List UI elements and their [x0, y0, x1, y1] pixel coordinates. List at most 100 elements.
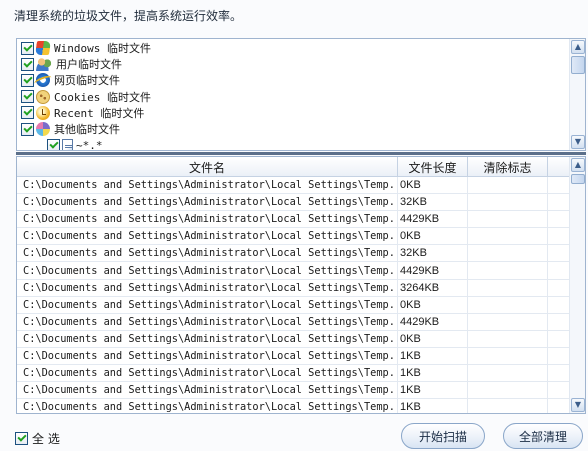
table-row[interactable]: C:\Documents and Settings\Administrator\… [17, 211, 569, 229]
table-row[interactable]: C:\Documents and Settings\Administrator\… [17, 296, 569, 314]
file-name-cell: C:\Documents and Settings\Administrator\… [17, 262, 398, 279]
scroll-down-icon[interactable]: ▼ [571, 398, 585, 412]
table-row[interactable]: C:\Documents and Settings\Administrator\… [17, 365, 569, 383]
tree-item-label: 用户临时文件 [56, 58, 122, 72]
tree-item-user[interactable]: 用户临时文件 [17, 56, 569, 72]
tree-scroll-thumb[interactable] [571, 56, 585, 74]
table-body: C:\Documents and Settings\Administrator\… [17, 177, 569, 413]
clear-flag-cell [468, 228, 548, 245]
tree-item-label: Windows 临时文件 [54, 42, 151, 56]
tree-item-tilde-files[interactable]: ~*.* [17, 137, 569, 151]
tree-item-label: Cookies 临时文件 [54, 90, 151, 104]
file-name-cell: C:\Documents and Settings\Administrator\… [17, 365, 398, 382]
clear-flag-cell [468, 330, 548, 347]
cookies-checkbox[interactable] [21, 90, 34, 104]
clear-flag-cell [468, 262, 548, 279]
tilde-files-checkbox[interactable] [47, 138, 60, 150]
file-name-cell: C:\Documents and Settings\Administrator\… [17, 330, 398, 347]
column-header-size[interactable]: 文件长度 [398, 157, 468, 177]
clear-flag-cell [468, 245, 548, 262]
file-size-cell: 0KB [398, 228, 468, 245]
file-size-cell: 32KB [398, 194, 468, 211]
file-size-cell: 3264KB [398, 279, 468, 296]
file-size-cell: 4429KB [398, 262, 468, 279]
tree-item-web[interactable]: 网页临时文件 [17, 72, 569, 88]
category-tree: Windows 临时文件 用户临时文件 网页临时文件 Cookies 临时文件 … [16, 38, 586, 151]
clear-flag-cell [468, 211, 548, 228]
file-size-cell: 4429KB [398, 313, 468, 330]
file-name-cell: C:\Documents and Settings\Administrator\… [17, 399, 398, 413]
user-checkbox[interactable] [21, 57, 34, 71]
file-size-cell: 1KB [398, 382, 468, 399]
file-name-cell: C:\Documents and Settings\Administrator\… [17, 194, 398, 211]
tree-item-label: Recent 临时文件 [54, 106, 145, 120]
column-header-filename[interactable]: 文件名 [17, 157, 398, 177]
table-scrollbar[interactable]: ▲ ▼ [569, 157, 585, 413]
file-name-cell: C:\Documents and Settings\Administrator\… [17, 211, 398, 228]
tree-item-label: 网页临时文件 [54, 74, 120, 88]
file-table: 文件名 文件长度 清除标志 C:\Documents and Settings\… [16, 156, 586, 414]
file-size-cell: 1KB [398, 347, 468, 365]
clear-flag-cell [468, 279, 548, 296]
file-name-cell: C:\Documents and Settings\Administrator\… [17, 313, 398, 330]
tree-item-recent[interactable]: Recent 临时文件 [17, 105, 569, 121]
file-size-cell: 0KB [398, 177, 468, 194]
tree-item-windows[interactable]: Windows 临时文件 [17, 40, 569, 56]
table-row[interactable]: C:\Documents and Settings\Administrator\… [17, 347, 569, 366]
file-size-cell: 1KB [398, 365, 468, 382]
clear-flag-cell [468, 399, 548, 413]
tree-item-other[interactable]: 其他临时文件 [17, 121, 569, 137]
table-header: 文件名 文件长度 清除标志 [17, 157, 569, 177]
table-row[interactable]: C:\Documents and Settings\Administrator\… [17, 279, 569, 297]
other-files-icon [36, 122, 50, 137]
clear-flag-cell [468, 194, 548, 211]
select-all[interactable]: 全 选 [15, 430, 60, 447]
page-description: 清理系统的垃圾文件，提高系统运行效率。 [14, 9, 243, 23]
tree-scrollbar[interactable]: ▲ ▼ [569, 39, 585, 150]
recent-checkbox[interactable] [21, 106, 34, 120]
other-checkbox[interactable] [21, 122, 34, 136]
clear-flag-cell [468, 382, 548, 399]
clear-flag-cell [468, 347, 548, 365]
table-row[interactable]: C:\Documents and Settings\Administrator\… [17, 177, 569, 195]
file-name-cell: C:\Documents and Settings\Administrator\… [17, 382, 398, 399]
web-checkbox[interactable] [21, 73, 34, 87]
select-all-label: 全 选 [32, 432, 60, 446]
clear-flag-cell [468, 296, 548, 313]
windows-checkbox[interactable] [21, 41, 34, 55]
table-row[interactable]: C:\Documents and Settings\Administrator\… [17, 399, 569, 413]
clean-all-button[interactable]: 全部清理 [503, 423, 583, 449]
start-scan-button[interactable]: 开始扫描 [401, 423, 485, 449]
file-name-cell: C:\Documents and Settings\Administrator\… [17, 347, 398, 365]
cookie-icon [36, 89, 50, 104]
recent-clock-icon [36, 105, 50, 120]
table-row[interactable]: C:\Documents and Settings\Administrator\… [17, 382, 569, 400]
internet-explorer-icon [36, 73, 50, 88]
users-icon [36, 57, 52, 72]
file-icon [62, 138, 73, 150]
select-all-checkbox[interactable] [15, 432, 28, 445]
category-list: Windows 临时文件 用户临时文件 网页临时文件 Cookies 临时文件 … [17, 40, 569, 151]
table-scroll-thumb[interactable] [571, 174, 585, 184]
table-row[interactable]: C:\Documents and Settings\Administrator\… [17, 194, 569, 212]
file-size-cell: 0KB [398, 296, 468, 313]
table-row[interactable]: C:\Documents and Settings\Administrator\… [17, 245, 569, 263]
file-size-cell: 32KB [398, 245, 468, 262]
scroll-up-icon[interactable]: ▲ [571, 158, 585, 172]
tree-item-label: ~*.* [76, 138, 103, 151]
table-row[interactable]: C:\Documents and Settings\Administrator\… [17, 262, 569, 280]
scroll-up-icon[interactable]: ▲ [571, 40, 585, 54]
table-row[interactable]: C:\Documents and Settings\Administrator\… [17, 313, 569, 331]
tree-item-label: 其他临时文件 [54, 123, 120, 137]
file-size-cell: 0KB [398, 330, 468, 347]
clear-flag-cell [468, 313, 548, 330]
scroll-down-icon[interactable]: ▼ [571, 135, 585, 149]
table-row[interactable]: C:\Documents and Settings\Administrator\… [17, 228, 569, 246]
file-name-cell: C:\Documents and Settings\Administrator\… [17, 245, 398, 262]
file-size-cell: 4429KB [398, 211, 468, 228]
table-row[interactable]: C:\Documents and Settings\Administrator\… [17, 330, 569, 348]
pane-splitter[interactable] [16, 152, 586, 155]
tree-item-cookies[interactable]: Cookies 临时文件 [17, 89, 569, 105]
file-name-cell: C:\Documents and Settings\Administrator\… [17, 177, 398, 194]
column-header-flag[interactable]: 清除标志 [468, 157, 548, 177]
